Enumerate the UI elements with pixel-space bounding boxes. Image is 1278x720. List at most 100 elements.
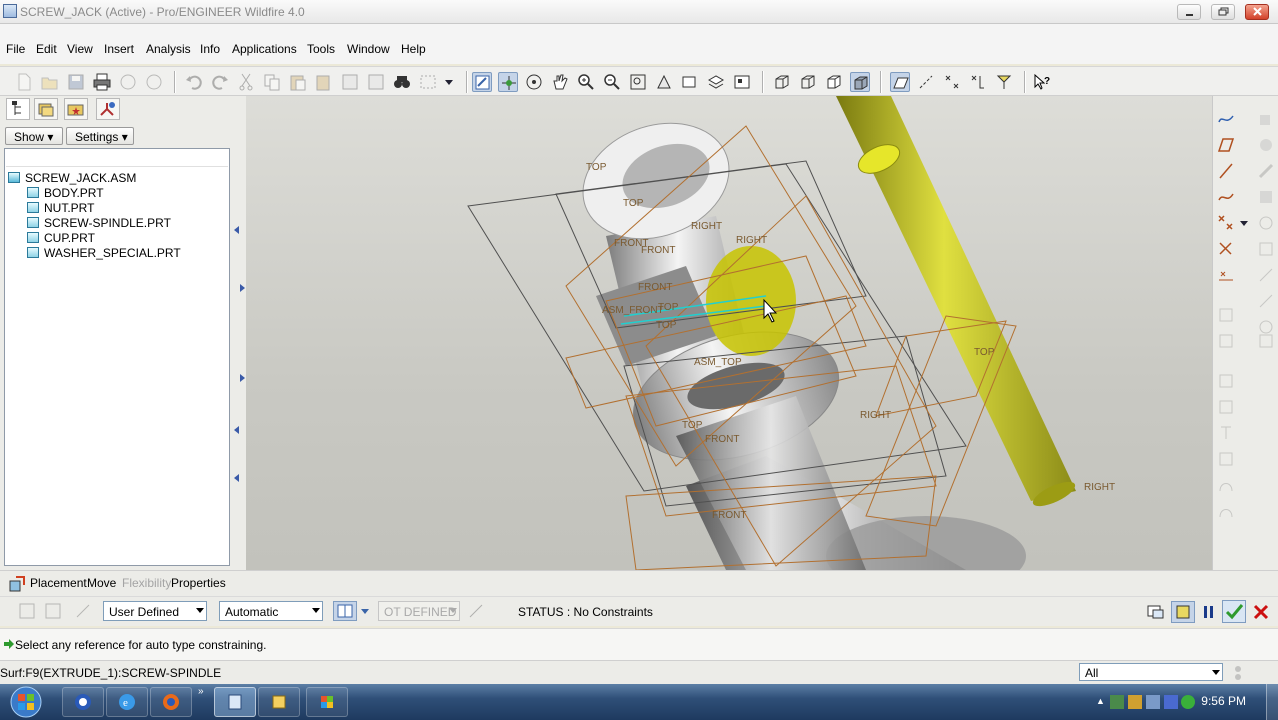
restore-button[interactable] (1211, 4, 1235, 20)
merge-icon[interactable] (1217, 372, 1235, 390)
mirror-icon[interactable] (1217, 332, 1235, 350)
extend-icon[interactable] (1217, 424, 1235, 442)
no-hidden-icon[interactable] (824, 72, 844, 92)
close-button[interactable] (1245, 4, 1269, 20)
menu-analysis[interactable]: Analysis (146, 42, 191, 56)
revolve-icon[interactable] (1257, 136, 1275, 154)
constraint-set-select[interactable]: User Defined (103, 601, 207, 621)
paste-special-icon[interactable] (314, 72, 334, 92)
folder-browser-tab-icon[interactable] (34, 98, 58, 120)
menu-info[interactable]: Info (200, 42, 220, 56)
show-menu-button[interactable]: Show ▾ (5, 127, 63, 145)
taskbar-app-firefox[interactable] (150, 687, 192, 717)
tab-placement[interactable]: Placement (30, 576, 87, 590)
repaint-icon[interactable] (472, 72, 492, 92)
selection-filter-select[interactable]: All (1079, 663, 1223, 681)
redo-icon[interactable] (210, 72, 230, 92)
menu-edit[interactable]: Edit (36, 42, 57, 56)
pan-hand-icon[interactable] (550, 72, 570, 92)
system-tray-icons[interactable] (1110, 693, 1196, 714)
menu-insert[interactable]: Insert (104, 42, 134, 56)
taskbar-app-internet-explorer[interactable]: e (106, 687, 148, 717)
menu-window[interactable]: Window (347, 42, 390, 56)
menu-help[interactable]: Help (401, 42, 426, 56)
tab-move[interactable]: Move (87, 576, 116, 590)
tree-item-part[interactable]: SCREW-SPINDLE.PRT (27, 216, 171, 231)
overflow-chevron-icon[interactable]: » (198, 686, 204, 697)
model-tree-tab-icon[interactable] (6, 98, 30, 120)
tree-item-assembly[interactable]: SCREW_JACK.ASM (8, 171, 136, 186)
datum-axis-icon[interactable] (1217, 162, 1235, 180)
connections-tab-icon[interactable] (96, 98, 120, 120)
datum-points-icon[interactable] (942, 72, 962, 92)
start-button-icon[interactable] (8, 685, 44, 720)
show-hidden-icons-icon[interactable]: ▲ (1096, 696, 1105, 706)
zoom-out-icon[interactable] (602, 72, 622, 92)
open-file-icon[interactable] (40, 72, 60, 92)
graphics-window[interactable]: TOP TOP FRONT FRONT RIGHT RIGHT FRONT AS… (246, 96, 1212, 570)
menu-file[interactable]: File (6, 42, 25, 56)
blend-icon[interactable] (1257, 188, 1275, 206)
solidify-icon[interactable] (1217, 502, 1235, 520)
new-file-icon[interactable] (14, 72, 34, 92)
edit-icon[interactable] (468, 603, 484, 622)
cut-icon[interactable] (236, 72, 256, 92)
menu-view[interactable]: View (67, 42, 93, 56)
datum-plane-icon[interactable] (1217, 136, 1235, 154)
spin-center-icon[interactable] (498, 72, 518, 92)
send-link-icon[interactable] (144, 72, 164, 92)
show-desktop-button[interactable] (1266, 684, 1278, 720)
offset-select[interactable]: OT DEFINED (378, 601, 460, 621)
cancel-icon[interactable] (1252, 603, 1270, 624)
taskbar-app-explorer[interactable] (258, 687, 300, 717)
tree-item-part[interactable]: NUT.PRT (27, 201, 94, 216)
send-email-icon[interactable] (118, 72, 138, 92)
draft-icon[interactable] (1257, 292, 1275, 310)
hole-icon[interactable] (1257, 214, 1275, 232)
save-icon[interactable] (66, 72, 86, 92)
copy-icon[interactable] (262, 72, 282, 92)
datum-curve-icon[interactable] (1217, 188, 1235, 206)
minimize-button[interactable] (1177, 4, 1201, 20)
constraint-type-select[interactable]: Automatic (219, 601, 323, 621)
connect-icon[interactable] (18, 602, 36, 623)
extrude-icon[interactable] (1257, 110, 1275, 128)
datum-point-icon[interactable] (1217, 214, 1235, 232)
regen-manager-icon[interactable] (366, 72, 386, 92)
flip-constraint-icon[interactable] (333, 601, 357, 621)
tree-item-part[interactable]: WASHER_SPECIAL.PRT (27, 246, 181, 261)
zoom-in-icon[interactable] (576, 72, 596, 92)
highlighted-surface[interactable] (706, 246, 796, 356)
pause-icon[interactable] (1201, 604, 1217, 623)
orient-mode-icon[interactable] (524, 72, 544, 92)
separate-window-icon[interactable] (44, 602, 62, 623)
sketch-icon[interactable] (1217, 110, 1235, 128)
coordinate-systems-icon[interactable] (968, 72, 988, 92)
hidden-line-icon[interactable] (798, 72, 818, 92)
reorient-icon[interactable] (654, 72, 674, 92)
accept-icon[interactable] (1222, 600, 1246, 623)
settings-menu-button[interactable]: Settings ▾ (66, 127, 134, 145)
find-icon[interactable] (392, 72, 412, 92)
paste-icon[interactable] (288, 72, 308, 92)
favorites-tab-icon[interactable] (64, 98, 88, 120)
undo-icon[interactable] (184, 72, 204, 92)
collapse-left-icon[interactable] (234, 474, 239, 482)
taskbar-app-recorder[interactable] (306, 687, 348, 717)
view-manager-icon[interactable] (732, 72, 752, 92)
analysis-feature-icon[interactable] (1217, 266, 1235, 284)
selection-box-icon[interactable] (418, 72, 438, 92)
panel-splitter[interactable] (231, 96, 246, 570)
taskbar-app-proengineer[interactable] (214, 687, 256, 717)
chevron-down-icon[interactable] (1239, 218, 1249, 236)
show-component-window-icon[interactable] (1146, 602, 1166, 625)
shell-icon[interactable] (1257, 240, 1275, 258)
tab-flexibility[interactable]: Flexibility (122, 576, 171, 590)
layers-icon[interactable] (706, 72, 726, 92)
show-in-assembly-icon[interactable] (1171, 601, 1195, 623)
menu-applications[interactable]: Applications (232, 42, 297, 56)
sweep-icon[interactable] (1257, 162, 1275, 180)
tree-item-part[interactable]: BODY.PRT (27, 186, 104, 201)
rib-icon[interactable] (1257, 266, 1275, 284)
datum-axes-icon[interactable] (916, 72, 936, 92)
